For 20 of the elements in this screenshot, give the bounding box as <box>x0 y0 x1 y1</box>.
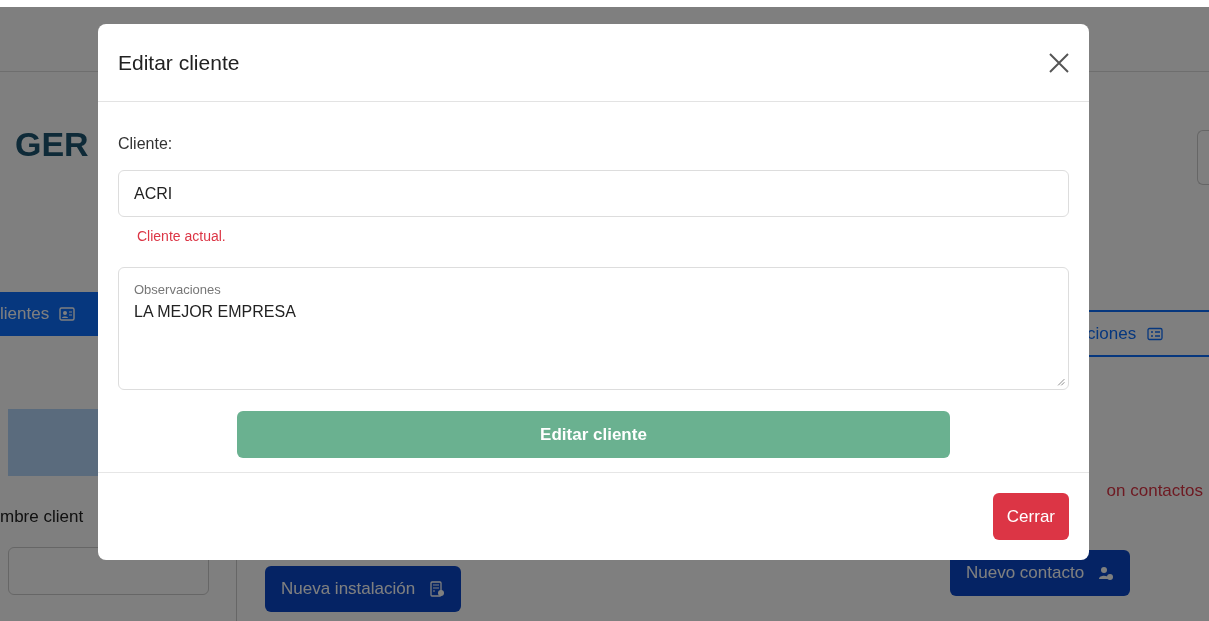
floating-label: Observaciones <box>134 281 222 299</box>
document-gear-icon <box>429 581 446 597</box>
outlined-box <box>1197 130 1209 185</box>
warning-text: on contactos <box>1105 480 1203 502</box>
notes-field[interactable]: Observaciones LA MEJOR EMPRESA <box>118 267 1069 390</box>
close-button[interactable]: Cerrar <box>992 493 1069 540</box>
card-list-icon <box>1146 325 1165 342</box>
close-icon <box>1047 50 1071 75</box>
modal-title: Editar cliente <box>118 49 240 76</box>
field-label: mbre client <box>0 505 85 528</box>
person-gear-icon <box>1098 564 1115 581</box>
resize-grip-icon <box>1055 376 1065 386</box>
new-installation-button[interactable]: Nueva instalación <box>265 566 462 612</box>
client-input[interactable]: ACRI <box>118 170 1069 217</box>
validation-message: Cliente actual. <box>137 227 227 246</box>
contact-card-icon <box>59 305 76 322</box>
field-label: Cliente: <box>118 134 174 154</box>
submit-button[interactable]: Editar cliente <box>237 411 950 458</box>
page-title: GER <box>15 124 89 165</box>
close-button[interactable] <box>1047 50 1071 75</box>
